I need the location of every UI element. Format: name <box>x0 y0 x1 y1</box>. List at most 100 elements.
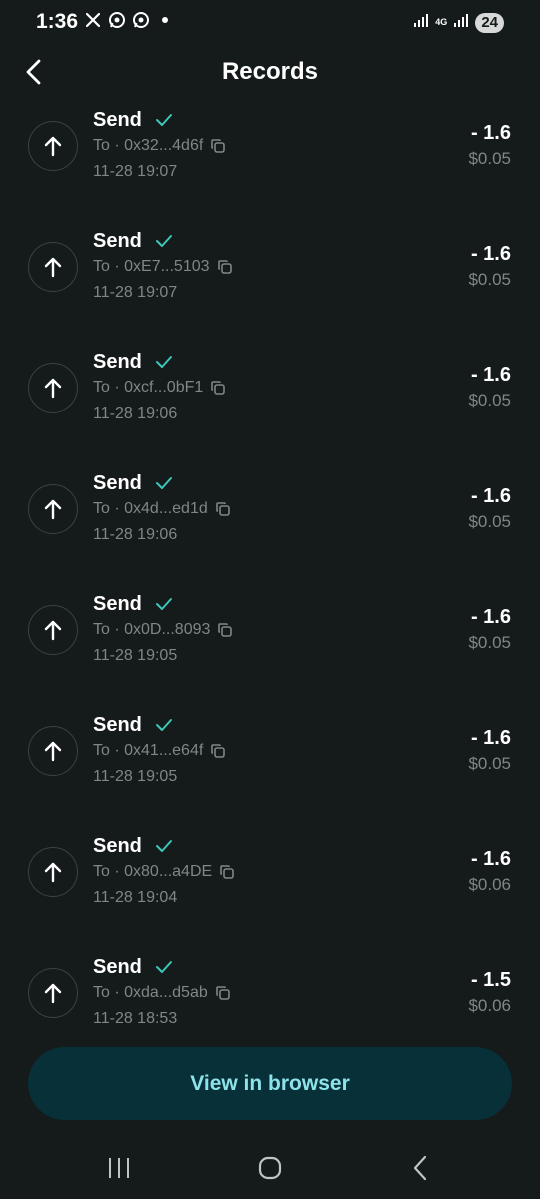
app-header: Records <box>0 46 540 100</box>
record-type: Send <box>93 230 142 252</box>
record-type: Send <box>93 956 142 978</box>
view-in-browser-button[interactable]: View in browser <box>28 1047 512 1120</box>
record-item[interactable]: Send To · 0x32...4d6f 11-28 19:07 - 1.6 … <box>0 100 540 221</box>
record-type: Send <box>93 835 142 857</box>
record-amount: - 1.6 <box>470 606 511 628</box>
record-amount: - 1.6 <box>470 243 511 265</box>
record-item[interactable]: Send To · 0x80...a4DE 11-28 19:04 - 1.6 … <box>0 826 540 947</box>
recent-apps-icon <box>109 1158 129 1178</box>
copy-icon[interactable] <box>214 984 232 1002</box>
whatsapp-icon <box>132 11 150 29</box>
signal-icon <box>453 12 469 33</box>
record-type: Send <box>93 472 142 494</box>
back-icon <box>413 1155 427 1181</box>
signal-icon <box>413 12 429 33</box>
send-arrow-icon <box>28 847 78 897</box>
check-icon <box>156 961 172 973</box>
check-icon <box>156 719 172 731</box>
battery-indicator: 24 <box>475 12 504 33</box>
record-recipient: To · 0x80...a4DE <box>93 863 236 881</box>
record-recipient: To · 0x41...e64f <box>93 742 227 760</box>
send-arrow-icon <box>28 121 78 171</box>
record-time: 11-28 19:05 <box>93 768 178 785</box>
recipient-address: To · 0xcf...0bF1 <box>93 379 204 396</box>
recipient-address: To · 0xE7...5103 <box>93 258 210 275</box>
record-usd-value: $0.05 <box>468 512 511 531</box>
record-recipient: To · 0xE7...5103 <box>93 258 234 276</box>
record-item[interactable]: Send To · 0xcf...0bF1 11-28 19:06 - 1.6 … <box>0 342 540 463</box>
system-status: 4G 24 <box>413 12 504 33</box>
record-type: Send <box>93 109 142 131</box>
send-arrow-icon <box>28 605 78 655</box>
record-recipient: To · 0x4d...ed1d <box>93 500 232 518</box>
check-icon <box>156 114 172 126</box>
record-type: Send <box>93 593 142 615</box>
record-type: Send <box>93 714 142 736</box>
records-list[interactable]: Send To · 0x32...4d6f 11-28 19:07 - 1.6 … <box>0 100 540 1040</box>
copy-icon[interactable] <box>216 258 234 276</box>
record-amount: - 1.6 <box>470 364 511 386</box>
network-type: 4G <box>435 17 448 27</box>
record-item[interactable]: Send To · 0x41...e64f 11-28 19:05 - 1.6 … <box>0 705 540 826</box>
send-arrow-icon <box>28 968 78 1018</box>
record-usd-value: $0.05 <box>468 633 511 652</box>
record-amount: - 1.5 <box>470 969 511 991</box>
record-usd-value: $0.06 <box>468 996 511 1015</box>
record-amount: - 1.6 <box>470 727 511 749</box>
home-icon <box>258 1156 282 1180</box>
system-nav-bar <box>0 1140 540 1199</box>
copy-icon[interactable] <box>209 379 227 397</box>
record-amount: - 1.6 <box>470 122 511 144</box>
recipient-address: To · 0x0D...8093 <box>93 621 211 638</box>
check-icon <box>156 840 172 852</box>
record-recipient: To · 0x32...4d6f <box>93 137 227 155</box>
recipient-address: To · 0x80...a4DE <box>93 863 213 880</box>
record-time: 11-28 18:53 <box>93 1010 178 1027</box>
copy-icon[interactable] <box>216 621 234 639</box>
record-usd-value: $0.06 <box>468 875 511 894</box>
record-amount: - 1.6 <box>470 848 511 870</box>
check-icon <box>156 598 172 610</box>
check-icon <box>156 356 172 368</box>
status-bar: 1:36 4G 24 <box>0 0 540 46</box>
record-time: 11-28 19:04 <box>93 889 178 906</box>
record-time: 11-28 19:06 <box>93 526 178 543</box>
copy-icon[interactable] <box>209 137 227 155</box>
notification-icons <box>84 11 168 29</box>
copy-icon[interactable] <box>214 500 232 518</box>
recent-apps-button[interactable] <box>99 1152 139 1184</box>
recipient-address: To · 0x32...4d6f <box>93 137 204 154</box>
record-time: 11-28 19:07 <box>93 163 178 180</box>
send-arrow-icon <box>28 363 78 413</box>
status-time: 1:36 <box>36 10 79 33</box>
whatsapp-icon <box>108 11 126 29</box>
record-usd-value: $0.05 <box>468 391 511 410</box>
recipient-address: To · 0x41...e64f <box>93 742 204 759</box>
send-arrow-icon <box>28 726 78 776</box>
record-type: Send <box>93 351 142 373</box>
copy-icon[interactable] <box>209 742 227 760</box>
record-item[interactable]: Send To · 0x4d...ed1d 11-28 19:06 - 1.6 … <box>0 463 540 584</box>
view-in-browser-label: View in browser <box>190 1071 350 1095</box>
record-item[interactable]: Send To · 0x0D...8093 11-28 19:05 - 1.6 … <box>0 584 540 705</box>
send-arrow-icon <box>28 484 78 534</box>
system-back-button[interactable] <box>401 1152 441 1184</box>
record-usd-value: $0.05 <box>468 754 511 773</box>
record-time: 11-28 19:07 <box>93 284 178 301</box>
record-usd-value: $0.05 <box>468 149 511 168</box>
record-item[interactable]: Send To · 0xE7...5103 11-28 19:07 - 1.6 … <box>0 221 540 342</box>
recipient-address: To · 0xda...d5ab <box>93 984 208 1001</box>
record-recipient: To · 0xda...d5ab <box>93 984 232 1002</box>
record-item[interactable]: Send To · 0xda...d5ab 11-28 18:53 - 1.5 … <box>0 947 540 1040</box>
send-arrow-icon <box>28 242 78 292</box>
check-icon <box>156 235 172 247</box>
record-recipient: To · 0xcf...0bF1 <box>93 379 227 397</box>
recipient-address: To · 0x4d...ed1d <box>93 500 208 517</box>
record-usd-value: $0.05 <box>468 270 511 289</box>
x-logo-icon <box>84 11 102 29</box>
home-button[interactable] <box>250 1152 290 1184</box>
copy-icon[interactable] <box>218 863 236 881</box>
more-notifications-dot-icon <box>162 17 168 23</box>
check-icon <box>156 477 172 489</box>
record-recipient: To · 0x0D...8093 <box>93 621 234 639</box>
